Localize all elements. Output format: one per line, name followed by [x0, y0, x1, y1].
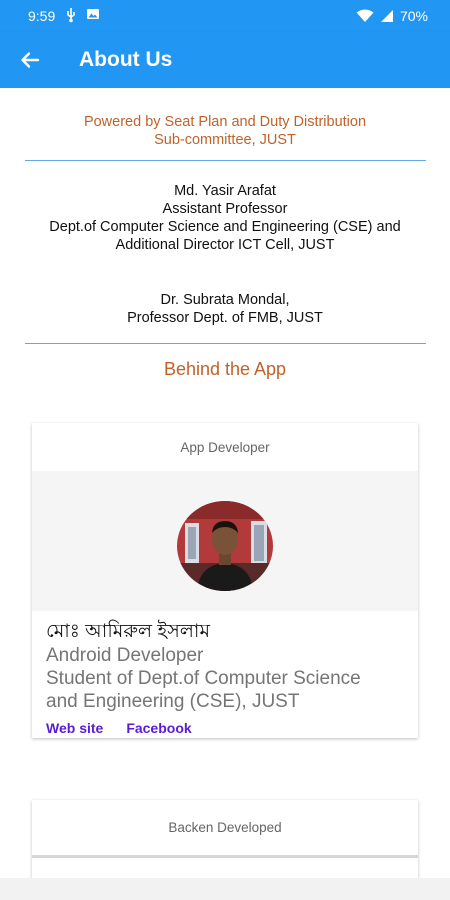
person-1-name: Md. Yasir Arafat: [174, 183, 276, 199]
usb-icon: [67, 8, 75, 23]
developer-dept-line-1: Student of Dept.of Computer Science: [46, 668, 361, 689]
signal-icon: [380, 10, 393, 22]
powered-line-2: Sub-committee, JUST: [154, 132, 296, 148]
page-title: About Us: [79, 48, 173, 71]
powered-line-1: Powered by Seat Plan and Duty Distributi…: [83, 114, 367, 130]
status-right: 70%: [356, 8, 428, 24]
developer-links: Web site Facebook: [46, 720, 192, 736]
card-header: Backen Developed: [32, 800, 418, 858]
wifi-icon: [356, 9, 374, 22]
person-1-dept: Dept.of Computer Science and Engineering…: [49, 219, 401, 235]
status-bar: 9:59 70%: [0, 0, 450, 32]
developer-description: Android Developer Student of Dept.of Com…: [46, 644, 411, 713]
backend-developer-card: Backen Developed: [32, 800, 418, 878]
app-bar: About Us: [0, 32, 450, 88]
battery-percent: 70%: [399, 8, 428, 24]
status-left-icons: [64, 7, 100, 23]
person-block-2: Dr. Subrata Mondal, Professor Dept. of F…: [25, 291, 425, 327]
back-arrow-icon: [21, 52, 40, 68]
bottom-bar: [0, 878, 450, 900]
avatar-area: [32, 471, 418, 611]
content-area[interactable]: Powered by Seat Plan and Duty Distributi…: [0, 88, 450, 878]
divider: [25, 343, 426, 344]
facebook-link[interactable]: Facebook: [126, 720, 191, 736]
back-button[interactable]: [14, 44, 46, 76]
powered-by-text: Powered by Seat Plan and Duty Distributi…: [25, 113, 425, 149]
status-time: 9:59: [28, 8, 56, 24]
person-1-title: Assistant Professor: [162, 201, 288, 217]
divider: [25, 160, 426, 161]
image-icon: [87, 9, 99, 19]
website-link[interactable]: Web site: [46, 720, 103, 736]
person-block-1: Md. Yasir Arafat Assistant Professor Dep…: [25, 182, 425, 254]
developer-dept-line-2: and Engineering (CSE), JUST: [46, 691, 300, 712]
behind-the-app-heading: Behind the App: [163, 359, 287, 379]
scroll-content: Powered by Seat Plan and Duty Distributi…: [0, 88, 450, 878]
card-header: App Developer: [32, 423, 418, 471]
developer-role: Android Developer: [46, 645, 204, 666]
person-1-role: Additional Director ICT Cell, JUST: [115, 237, 335, 253]
developer-avatar: [177, 501, 273, 591]
person-2-name: Dr. Subrata Mondal,: [160, 292, 290, 308]
person-2-title: Professor Dept. of FMB, JUST: [127, 310, 323, 326]
developer-photo: [177, 501, 273, 591]
app-developer-card: App Developer মোঃ আমিরুল ইসলাম Android D…: [32, 423, 418, 738]
